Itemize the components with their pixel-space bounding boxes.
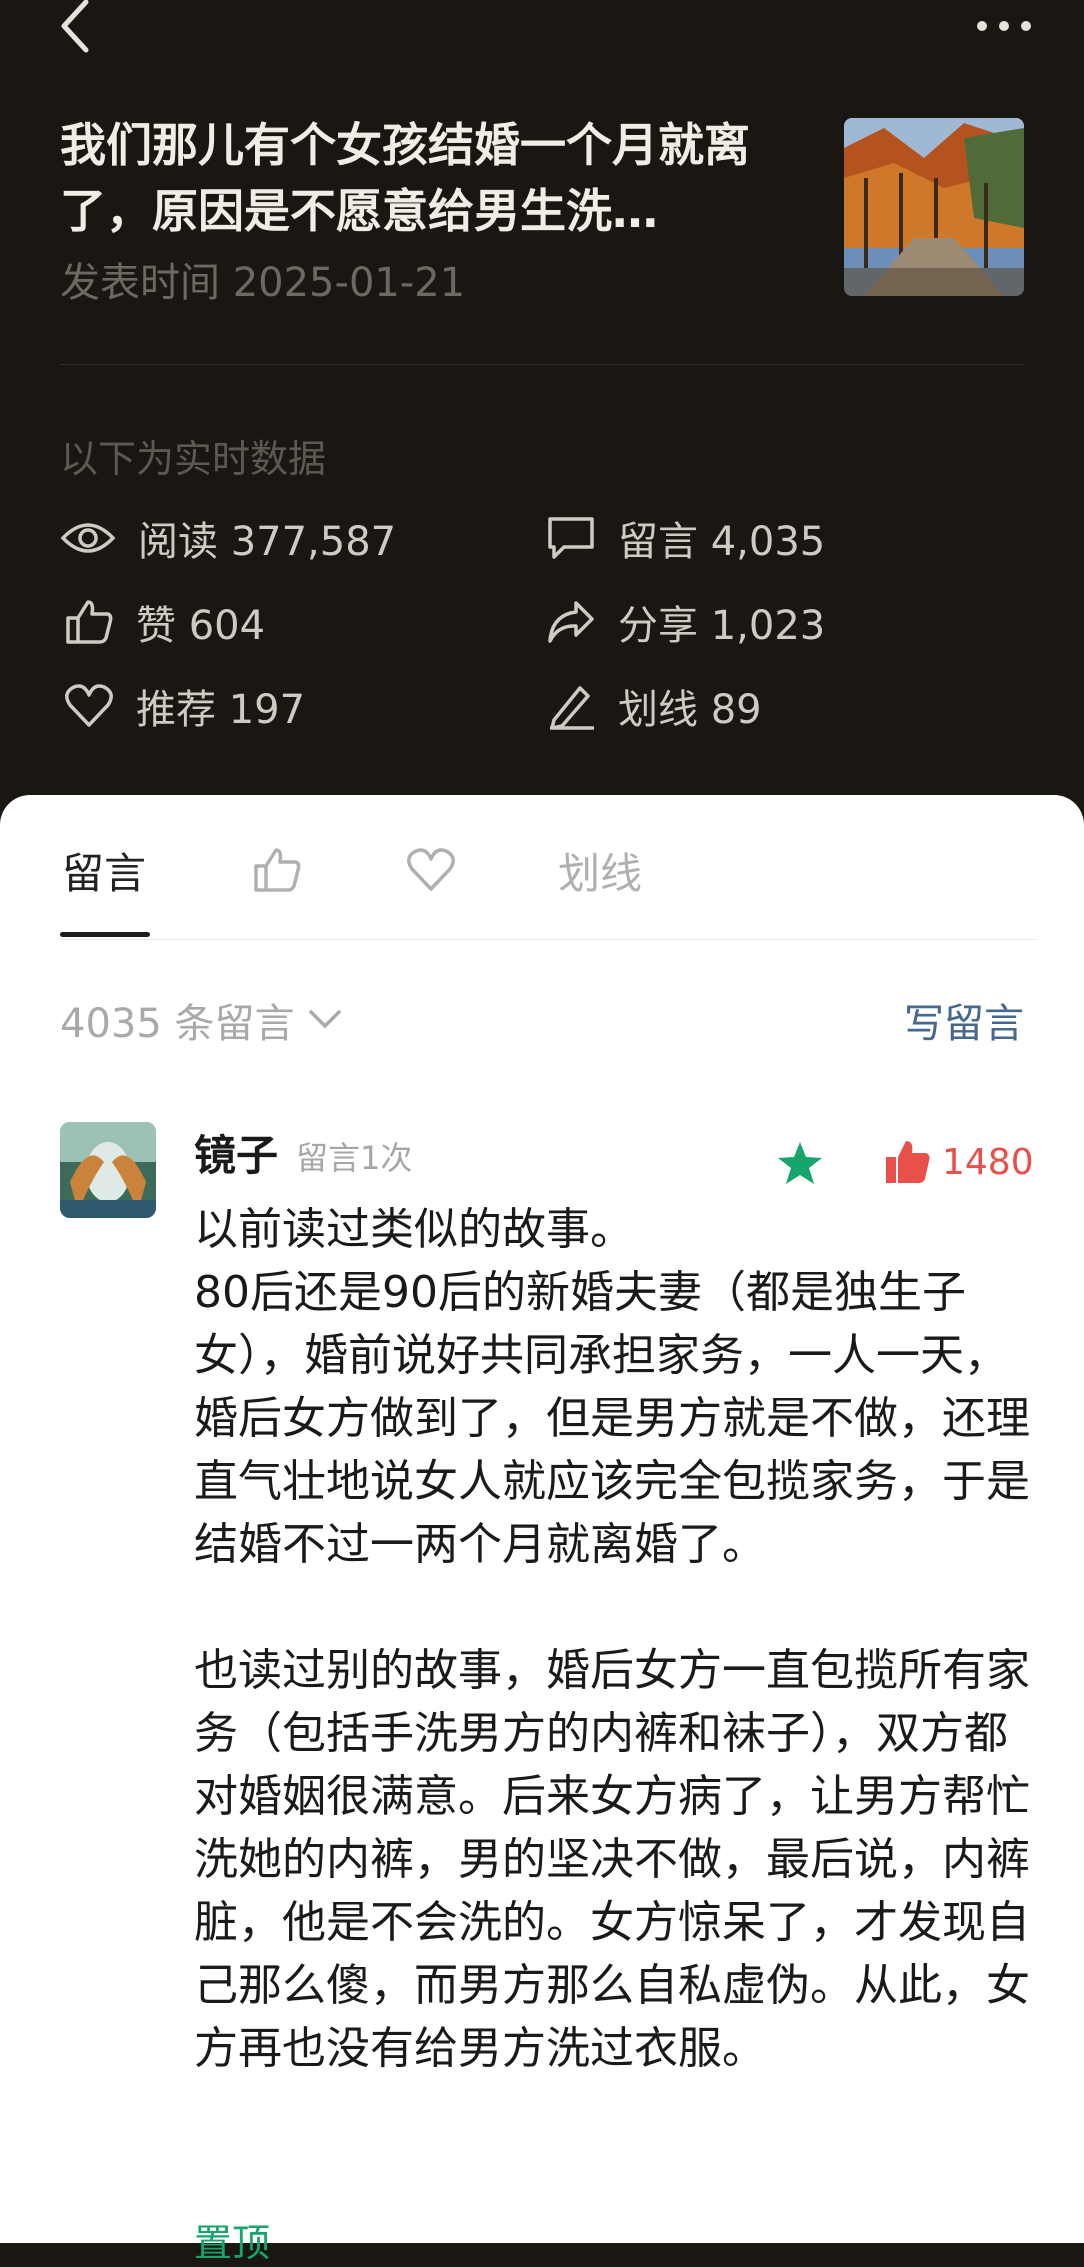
stat-recommend: 推荐 197 [64, 676, 305, 736]
heart-icon [65, 684, 113, 727]
stat-share: 分享 1,023 [546, 592, 825, 652]
active-tab-indicator [60, 932, 150, 937]
tab-comments[interactable]: 留言 [62, 840, 146, 900]
avatar[interactable] [60, 1122, 156, 1218]
more-options-icon[interactable] [974, 14, 1034, 38]
pen-icon [550, 686, 594, 730]
article-header: 我们那儿有个女孩结婚一个月就离了，原因是不愿意给男生洗… 发表时间 2025-0… [0, 0, 1084, 820]
heart-icon [407, 848, 455, 891]
stat-like: 赞 604 [64, 592, 265, 652]
comment-count-text: 4035 条留言 [60, 1001, 295, 1047]
share-icon [548, 601, 594, 643]
comment-user-meta: 留言1次 [296, 1139, 413, 1177]
header-divider [60, 364, 1024, 365]
realtime-label: 以下为实时数据 [60, 437, 327, 481]
stat-share-text: 分享 1,023 [618, 603, 826, 649]
thumbs-up-filled-icon [886, 1141, 930, 1183]
stat-read-text: 阅读 377,587 [138, 519, 397, 565]
comment-body: 以前读过类似的故事。 80后还是90后的新婚夫妻（都是独生子女），婚前说好共同承… [194, 1204, 1030, 2074]
back-arrow-icon[interactable] [56, 0, 96, 56]
star-icon[interactable] [776, 1140, 824, 1190]
publish-date: 发表时间 2025-01-21 [60, 260, 466, 306]
comment-like-button[interactable]: 1480 [884, 1134, 1034, 1190]
comment-like-count: 1480 [942, 1141, 1034, 1183]
comment-username[interactable]: 镜子 [194, 1124, 278, 1180]
tab-likes[interactable] [252, 840, 302, 900]
thumbs-up-icon [254, 848, 301, 892]
tabs-divider [60, 939, 1036, 940]
stat-recommend-text: 推荐 197 [136, 687, 306, 733]
comment-count-sort[interactable]: 4035 条留言 [60, 990, 343, 1050]
tab-recommend[interactable] [406, 840, 456, 900]
comment-icon [548, 517, 594, 559]
chevron-down-icon [308, 1010, 341, 1029]
stat-underline-text: 划线 89 [618, 687, 762, 733]
stat-read: 阅读 377,587 [60, 508, 396, 568]
write-comment-button[interactable]: 写留言 [904, 990, 1024, 1050]
article-thumbnail[interactable] [844, 118, 1024, 296]
eye-icon [60, 523, 116, 553]
stat-comment: 留言 4,035 [546, 508, 825, 568]
pin-label: 置顶 [194, 2221, 271, 2265]
stat-like-text: 赞 604 [136, 603, 266, 649]
article-title[interactable]: 我们那儿有个女孩结婚一个月就离了，原因是不愿意给男生洗… [60, 112, 780, 244]
thumbs-up-icon [66, 600, 113, 644]
stat-comment-text: 留言 4,035 [618, 519, 826, 565]
tab-underline[interactable]: 划线 [558, 840, 642, 900]
stat-underline: 划线 89 [546, 676, 762, 736]
